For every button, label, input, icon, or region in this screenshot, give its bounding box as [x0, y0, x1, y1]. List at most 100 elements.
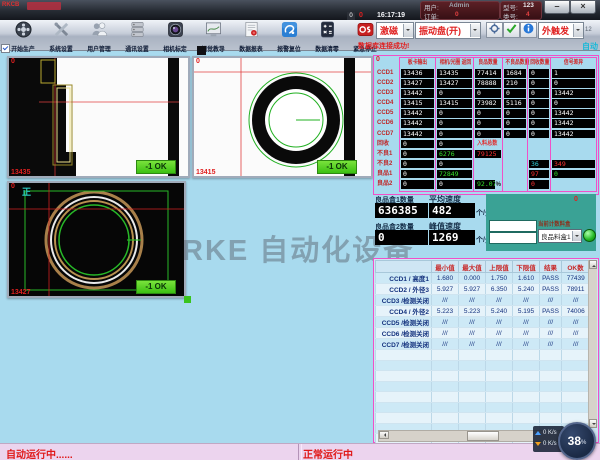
table-row — [376, 381, 590, 392]
teal-corner-value: 0 — [574, 196, 578, 203]
column-header: 相机/光圈 返回 — [440, 58, 470, 68]
led-cell: 13436 — [401, 69, 434, 78]
table-row[interactable]: CCD4 / 外径25.2235.2235.2405.195PASS74006 — [376, 306, 590, 317]
led-cell: 78888 — [475, 79, 501, 88]
db-status-text: 数据库连接成功! — [358, 41, 409, 51]
data-clear-button[interactable]: 数据清零 — [308, 21, 346, 49]
led-cell: 0 — [401, 150, 434, 159]
table-row[interactable]: CCD7 /检测关闭////////////////// — [376, 339, 590, 350]
minimize-button[interactable]: – — [544, 0, 570, 14]
led-cell: 0 — [504, 109, 526, 118]
scroll-up-icon[interactable] — [589, 260, 597, 269]
camera-3-result-badge: -1 OK — [136, 280, 176, 294]
led-cell: 13435 — [437, 69, 472, 78]
upload-speed: 0 K/s — [543, 430, 557, 436]
upper-limit-header[interactable]: 上限值 — [486, 261, 513, 273]
counting-box-panel: 0 当前计数料盒 良品料盒1 — [486, 194, 596, 251]
data-report-button[interactable]: 数据报表 — [232, 21, 270, 49]
led-cell: 13427 — [401, 79, 434, 88]
confirm-button[interactable] — [503, 22, 520, 38]
alarm-reset-button[interactable]: 报警复位 — [270, 21, 308, 49]
trigger-dropdown[interactable]: 外触发 — [538, 22, 584, 39]
vertical-scrollbar[interactable] — [588, 260, 597, 428]
excite-dropdown[interactable]: 激磁 — [376, 22, 414, 39]
scroll-left-icon[interactable] — [379, 431, 389, 439]
led-cell: 13442 — [401, 89, 434, 98]
stats-column-board-output: 板卡输出 13436 13427 13442 13415 13442 13442… — [399, 57, 436, 192]
led-cell: 0 — [504, 130, 526, 139]
led-cell: 0 — [401, 180, 434, 189]
camera-view-2[interactable]: 0 13415 -1 OK — [192, 56, 373, 178]
toolbar-button-label: 数据报表 — [239, 43, 262, 53]
chevron-down-icon[interactable] — [572, 231, 581, 241]
toolbar-button-label: 数据清零 — [315, 43, 338, 53]
settings-gear-button[interactable] — [486, 22, 503, 38]
camera-1-value: 13435 — [11, 169, 30, 176]
vision-teaching-button[interactable]: 视觉教导 — [194, 21, 232, 49]
resize-handle[interactable] — [184, 296, 191, 303]
chevron-down-icon[interactable] — [403, 24, 413, 37]
main-window: RKCB 用户: Admin 订单: 0 型号: 123 类号: 4 – × 开… — [0, 0, 600, 460]
led-cell: 13427 — [437, 79, 472, 88]
lower-limit-header[interactable]: 下限值 — [513, 261, 540, 273]
min-header[interactable]: 最小值 — [432, 261, 459, 273]
led-cell: 0 — [504, 89, 526, 98]
current-box-dropdown[interactable]: 良品料盒1 — [538, 229, 582, 243]
count-input-1[interactable] — [489, 220, 537, 232]
led-cell: 13442 — [401, 130, 434, 139]
model-value: 123 — [523, 2, 534, 9]
table-row[interactable]: CCD5 /检测关闭////////////////// — [376, 317, 590, 328]
usage-percent-sign: % — [581, 440, 586, 446]
chevron-down-icon[interactable] — [573, 24, 583, 37]
column-header: 不良品数量 — [505, 58, 524, 68]
header-row: 最小值 最大值 上限值 下限值 结果 OK数 — [376, 261, 590, 273]
row-label: CCD5 — [375, 108, 398, 118]
user-management-button[interactable]: 用户管理 — [80, 21, 118, 49]
led-cell: 0 — [437, 180, 472, 189]
camera-2-image — [194, 58, 371, 176]
result-header[interactable]: 结果 — [540, 261, 562, 273]
camera-view-1[interactable]: 0 13435 -1 OK — [7, 56, 190, 178]
led-cell: 6276 — [437, 150, 472, 159]
table-row[interactable]: CCD1 / 高度11.6800.0001.7501.610PASS77439 — [376, 273, 590, 284]
chevron-down-icon[interactable] — [470, 24, 480, 37]
led-cell: 0 — [437, 89, 472, 98]
excite-dropdown-value: 激磁 — [377, 24, 403, 37]
row-label: CCD1 — [375, 68, 398, 78]
close-button[interactable]: × — [570, 0, 596, 14]
stats-column-good-count: 良品数量 77414 78888 0 73982 0 0 0 入料总数 7912… — [473, 57, 503, 192]
led-cell: 0 — [529, 89, 549, 98]
table-row[interactable]: CCD2 / 外径35.9275.9276.3505.240PASS78911 — [376, 284, 590, 295]
calculator-icon — [319, 21, 336, 43]
camera-3-value: 13427 — [11, 289, 30, 296]
max-header[interactable]: 最大值 — [459, 261, 486, 273]
system-settings-button[interactable]: 系统设置 — [42, 21, 80, 49]
ok-count-header[interactable]: OK数 — [562, 261, 590, 273]
led-cell: 0 — [552, 79, 595, 88]
auto-checkbox[interactable] — [1, 44, 10, 53]
led-cell: 0 — [529, 69, 549, 78]
led-cell: 13415 — [437, 99, 472, 108]
vibration-dropdown[interactable]: 振动盘(开) — [415, 22, 481, 39]
led-cell: 13442 — [552, 109, 595, 118]
comm-settings-button[interactable]: 通讯设置 — [118, 21, 156, 49]
camera-view-3[interactable]: 0 正 13427 -1 OK — [7, 181, 186, 298]
table-row[interactable]: CCD3 /检测关闭////////////////// — [376, 295, 590, 306]
led-cell: 73982 — [475, 99, 501, 108]
count-input-2[interactable] — [489, 232, 537, 244]
column-header: 板卡输出 — [404, 58, 432, 68]
toolbar-button-label: 开始生产 — [11, 43, 34, 53]
table-row[interactable]: CCD6 /检测关闭////////////////// — [376, 328, 590, 339]
scrollbar-thumb[interactable] — [467, 431, 499, 441]
stats-column-camera-return: 相机/光圈 返回 13435 13427 0 13415 0 0 0 0 627… — [435, 57, 474, 192]
box2-count-value: 0 — [375, 230, 428, 245]
stats-row-labels: CCD1 CCD2 CCD3 CCD4 CCD5 CCD6 CCD7 回收 不良… — [375, 68, 398, 189]
info-button[interactable] — [520, 22, 537, 38]
usage-percent-widget[interactable]: 38 % — [558, 422, 596, 460]
camera-2-value: 13415 — [196, 169, 215, 176]
camera-calibration-button[interactable]: 相机标定 — [156, 21, 194, 49]
alarm-reset-icon — [281, 21, 298, 43]
camera-1-image — [9, 58, 188, 176]
check-icon — [506, 21, 517, 39]
led-cell: 97 — [529, 170, 549, 179]
